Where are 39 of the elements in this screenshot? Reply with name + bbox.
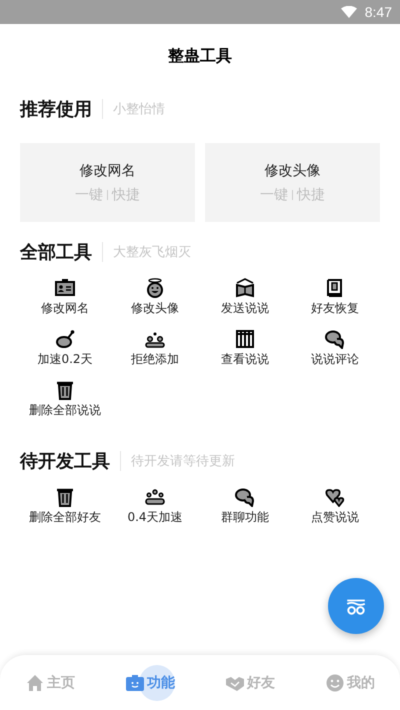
tool-label[interactable]: 发送说说 (221, 300, 269, 317)
tool-label[interactable]: 删除全部说说 (29, 402, 101, 419)
section-subtitle: 大整灰飞烟灭 (113, 244, 191, 261)
section-title: 待开发工具 (20, 450, 110, 473)
tool-label[interactable]: 删除全部好友 (29, 509, 101, 526)
tool-label[interactable]: 查看说说 (221, 351, 269, 368)
section-title: 推荐使用 (20, 98, 92, 121)
tool-label[interactable]: 群聊功能 (221, 509, 269, 526)
face-card-icon (125, 672, 145, 692)
section-subtitle: 待开发请等待更新 (131, 453, 235, 470)
tool-label[interactable]: 修改网名 (41, 300, 89, 317)
tool-label[interactable]: 修改头像 (131, 300, 179, 317)
tool-label[interactable]: 0.4天加速 (127, 509, 183, 526)
halo-icon[interactable] (145, 278, 165, 298)
chat-icon[interactable] (235, 487, 255, 507)
floating-action-button[interactable] (328, 578, 384, 634)
page-title: 整蛊工具 (168, 46, 232, 67)
smile-icon (325, 672, 345, 692)
tool-label[interactable]: 加速0.2天 (37, 351, 93, 368)
status-time: 8:47 (364, 4, 392, 20)
card-title: 修改网名 (80, 162, 136, 180)
chat-icon[interactable] (325, 329, 345, 349)
home-icon (25, 672, 45, 692)
idcard-icon[interactable] (55, 278, 75, 298)
tool-label[interactable]: 点赞说说 (311, 509, 359, 526)
book-icon[interactable] (325, 278, 345, 298)
tool-label[interactable]: 好友恢复 (311, 300, 359, 317)
tool-label[interactable]: 拒绝添加 (131, 351, 179, 368)
section-subtitle: 小整怡情 (113, 101, 165, 118)
hearts-icon[interactable] (325, 487, 345, 507)
trash-icon[interactable] (55, 487, 75, 507)
tool-label[interactable]: 说说评论 (311, 351, 359, 368)
wifi-icon (340, 6, 357, 18)
section-title: 全部工具 (20, 241, 92, 264)
card-title: 修改头像 (264, 162, 320, 180)
grid-icon[interactable] (235, 329, 255, 349)
book-open-icon[interactable] (235, 278, 255, 298)
trash-icon[interactable] (55, 380, 75, 400)
group-icon[interactable] (145, 487, 165, 507)
